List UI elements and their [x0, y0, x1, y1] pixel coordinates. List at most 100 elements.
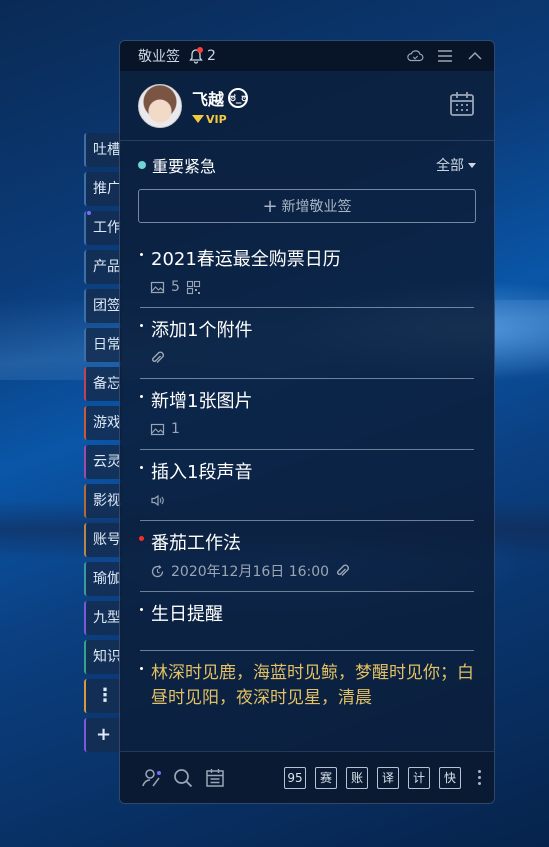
side-tab-yunling[interactable]: 云灵 [84, 445, 122, 479]
title-bar[interactable]: 敬业签 2 [120, 41, 494, 71]
image-count: 1 [171, 421, 180, 437]
side-tab-richang[interactable]: 日常 [84, 328, 122, 362]
chevron-down-icon [468, 162, 476, 168]
avatar[interactable] [138, 83, 182, 128]
category-row: 重要紧急 全部 [120, 153, 494, 177]
quick-tool-yi[interactable]: 译 [377, 766, 399, 789]
side-tab-label: 吐槽 [93, 142, 121, 158]
side-tab-zhishi[interactable]: 知识 [84, 640, 122, 674]
quick-tool-kuai[interactable]: 快 [439, 766, 461, 789]
collapse-chevron-up-icon[interactable] [466, 48, 484, 64]
side-tab-youxi[interactable]: 游戏 [84, 406, 122, 440]
note-title: 2021春运最全购票日历 [151, 249, 341, 270]
side-tab-label: 推广 [93, 181, 121, 197]
qr-code-icon[interactable] [186, 280, 201, 295]
repeat-reminder-icon [151, 564, 164, 577]
side-tab-yingshi[interactable]: 影视 [84, 484, 122, 518]
side-tab-label: 影视 [93, 493, 121, 509]
note-item[interactable]: 新增1张图片 1 [140, 379, 474, 450]
menu-icon[interactable] [436, 48, 454, 64]
plus-icon: + [262, 195, 278, 217]
quick-tools: 95 赛 账 译 计 快 [284, 766, 482, 789]
side-tab-label: 瑜伽 [93, 571, 121, 587]
member-icon[interactable] [140, 767, 162, 789]
calendar-button[interactable] [448, 90, 476, 122]
note-item[interactable]: 番茄工作法 2020年12月16日 16:00 [139, 521, 474, 592]
side-tab-tuiguang[interactable]: 推广 [84, 172, 122, 206]
category-color-dot [138, 161, 146, 169]
note-item[interactable]: 生日提醒 [140, 592, 474, 651]
side-tab-label: 工作 [93, 220, 121, 236]
quick-tool-zhang[interactable]: 账 [346, 766, 368, 789]
note-meta [140, 348, 474, 368]
side-tab-tucao[interactable]: 吐槽 [84, 133, 122, 167]
unread-dot [87, 211, 91, 215]
side-tab-zhanghao[interactable]: 账号 [84, 523, 122, 557]
bottom-toolbar: 95 赛 账 译 计 快 [120, 751, 494, 803]
cloud-sync-icon[interactable] [406, 48, 424, 64]
note-bullet [140, 253, 143, 256]
note-meta: 5 [140, 277, 474, 297]
side-tab-label: 团签 [93, 298, 121, 314]
user-header: 飞越 ಠ_ಠ VIP [120, 71, 494, 141]
category-side-tabs: 吐槽 推广 工作 产品 团签 日常 备忘 游戏 云灵 影视 账号 瑜伽 九型 知… [84, 133, 122, 757]
side-tab-label: 云灵 [93, 454, 121, 470]
image-icon [150, 423, 165, 435]
filter-dropdown[interactable]: 全部 [436, 155, 476, 175]
side-tab-label: 日常 [93, 337, 121, 353]
side-tab-label: 产品 [93, 259, 121, 275]
app-title: 敬业签 [138, 49, 180, 65]
note-title: 林深时见鹿，海蓝时见鲸，梦醒时见你；白昼时见阳，夜深时见星，清晨 [151, 663, 474, 708]
note-item[interactable]: 2021春运最全购票日历 5 [140, 237, 474, 308]
vip-label: VIP [206, 112, 227, 126]
side-tab-tuanqian[interactable]: 团签 [84, 289, 122, 323]
note-title: 生日提醒 [151, 604, 223, 625]
toolbar-icons [140, 767, 226, 789]
note-meta: 2020年12月16日 16:00 [140, 561, 474, 581]
side-tab-jiuxing[interactable]: 九型 [84, 601, 122, 635]
note-meta: 1 [140, 419, 474, 439]
side-tab-add-button[interactable]: + [84, 718, 122, 752]
note-bullet [140, 608, 143, 611]
search-icon[interactable] [172, 767, 194, 789]
side-tab-yujia[interactable]: 瑜伽 [84, 562, 122, 596]
image-count: 5 [171, 279, 180, 295]
speaker-icon[interactable] [150, 493, 165, 508]
note-item[interactable]: 插入1段声音 [140, 450, 474, 521]
angry-face-icon: ಠ_ಠ [228, 87, 249, 108]
vip-badge: VIP [192, 113, 248, 126]
note-bullet [140, 324, 143, 327]
filter-label: 全部 [436, 158, 464, 174]
reminder-time: 2020年12月16日 16:00 [171, 564, 330, 580]
side-tab-beiwang[interactable]: 备忘 [84, 367, 122, 401]
quick-tool-95[interactable]: 95 [284, 766, 306, 789]
category-name: 重要紧急 [152, 157, 217, 176]
user-name-row: 飞越 ಠ_ಠ [192, 86, 249, 110]
side-tab-more-button[interactable]: ⋮ [84, 679, 122, 713]
notification-button[interactable] [188, 47, 204, 64]
calendar-list-icon[interactable] [204, 767, 226, 789]
user-info: 飞越 ಠ_ಠ VIP [192, 86, 249, 126]
side-tab-label: 知识 [93, 649, 121, 665]
quick-tool-ji[interactable]: 计 [408, 766, 430, 789]
note-meta [140, 490, 474, 510]
notification-count: 2 [207, 48, 216, 64]
attachment-icon [337, 564, 350, 576]
new-note-button[interactable]: + 新增敬业签 [138, 189, 476, 223]
note-item[interactable]: 林深时见鹿，海蓝时见鲸，梦醒时见你；白昼时见阳，夜深时见星，清晨 [140, 651, 474, 721]
attachment-icon [152, 351, 164, 363]
side-tab-label: 备忘 [93, 376, 121, 392]
new-note-label: 新增敬业签 [281, 199, 352, 215]
note-title: 番茄工作法 [151, 533, 241, 554]
note-item[interactable]: 添加1个附件 [140, 308, 474, 379]
image-icon [150, 281, 165, 293]
side-tab-chanpin[interactable]: 产品 [84, 250, 122, 284]
quick-tool-sai[interactable]: 赛 [315, 766, 337, 789]
sticky-note-panel: 敬业签 2 飞越 ಠ_ಠ VIP 重要紧急 全部 + 新增敬业签 2021春运最… [119, 40, 495, 804]
user-name: 飞越 [192, 89, 225, 109]
side-tab-label: 九型 [93, 610, 121, 626]
calendar-icon [450, 91, 474, 116]
side-tab-gongzuo[interactable]: 工作 [84, 211, 122, 245]
note-bullet [140, 395, 143, 398]
more-vertical-icon[interactable] [478, 770, 482, 785]
